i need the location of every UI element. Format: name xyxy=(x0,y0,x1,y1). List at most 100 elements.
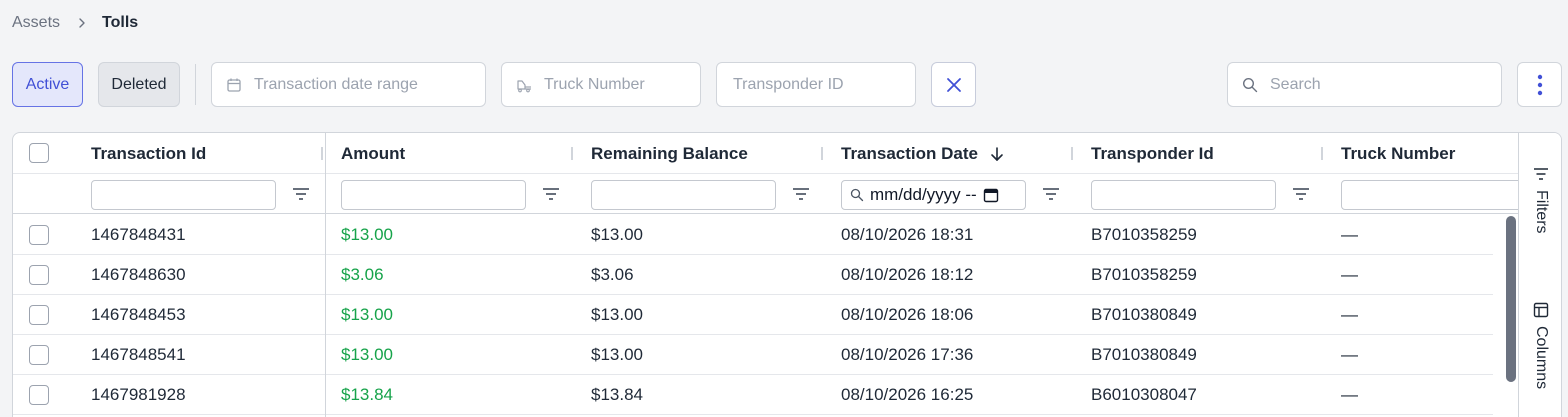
cell-transaction-id: 1467848431 xyxy=(91,225,186,244)
column-resize-handle[interactable] xyxy=(1071,147,1073,160)
active-toggle-button[interactable]: Active xyxy=(12,62,83,107)
filter-lines-icon xyxy=(1534,168,1548,180)
cell-transaction-date: 08/10/2026 16:25 xyxy=(841,385,974,404)
cell-transponder-id: B7010358259 xyxy=(1091,225,1197,244)
header-transponder-id[interactable]: Transponder Id xyxy=(1091,133,1214,174)
select-all-checkbox[interactable] xyxy=(29,143,49,163)
vertical-scrollbar[interactable] xyxy=(1505,214,1517,417)
header-transaction-date-label: Transaction Date xyxy=(841,143,978,163)
table-row[interactable]: 1467848453 $13.00 $13.00 08/10/2026 18:0… xyxy=(13,295,1493,335)
toolbar-divider xyxy=(195,64,196,105)
arrow-down-icon xyxy=(991,146,1003,161)
table-row[interactable]: 1467981928 $13.84 $13.84 08/10/2026 16:2… xyxy=(13,375,1493,415)
cell-transaction-date: 08/10/2026 18:12 xyxy=(841,265,974,284)
filter-icon[interactable] xyxy=(1292,186,1310,202)
transponder-id-placeholder: Transponder ID xyxy=(733,75,844,93)
cell-amount: $13.84 xyxy=(341,385,393,404)
cell-transaction-id: 1467848453 xyxy=(91,305,186,324)
cell-amount: $3.06 xyxy=(341,265,384,284)
column-resize-handle[interactable] xyxy=(821,147,823,160)
header-transaction-id[interactable]: Transaction Id xyxy=(91,133,206,174)
scrollbar-thumb[interactable] xyxy=(1506,216,1516,382)
calendar-icon xyxy=(227,78,241,92)
row-checkbox[interactable] xyxy=(29,265,49,285)
cell-transaction-date: 08/10/2026 18:06 xyxy=(841,305,974,324)
truck-icon xyxy=(517,79,531,92)
search-icon xyxy=(1242,77,1258,92)
column-resize-handle[interactable] xyxy=(571,147,573,160)
cell-transponder-id: B7010380849 xyxy=(1091,305,1197,324)
search-icon xyxy=(850,188,864,202)
table-row[interactable]: 1467848541 $13.00 $13.00 08/10/2026 17:3… xyxy=(13,335,1493,375)
search-input[interactable]: Search xyxy=(1227,62,1502,107)
header-truck-number[interactable]: Truck Number xyxy=(1341,133,1455,174)
date-filter-value: mm/dd/yyyy -- xyxy=(870,185,977,204)
cell-transaction-id: 1467981928 xyxy=(91,385,186,404)
more-vertical-icon xyxy=(1537,74,1542,95)
grid-body: Transaction Id Amount Remaining Balance … xyxy=(13,133,1518,417)
date-range-placeholder: Transaction date range xyxy=(254,75,418,93)
filter-icon[interactable] xyxy=(1042,186,1060,202)
row-checkbox[interactable] xyxy=(29,305,49,325)
search-placeholder: Search xyxy=(1270,75,1321,93)
calendar-icon[interactable] xyxy=(983,187,999,203)
grid-header-row: Transaction Id Amount Remaining Balance … xyxy=(13,133,1518,174)
tolls-grid: Transaction Id Amount Remaining Balance … xyxy=(12,132,1562,417)
cell-remaining-balance: $13.84 xyxy=(591,385,643,404)
cell-transaction-id: 1467848541 xyxy=(91,345,186,364)
cell-truck-number: — xyxy=(1341,265,1358,284)
grid-filter-row: mm/dd/yyyy -- xyxy=(13,174,1518,214)
remaining-balance-filter-input[interactable] xyxy=(591,180,776,210)
columns-tab-label: Columns xyxy=(1533,326,1550,390)
cell-truck-number: — xyxy=(1341,345,1358,364)
breadcrumb-current: Tolls xyxy=(102,14,139,31)
cell-remaining-balance: $13.00 xyxy=(591,345,643,364)
deleted-toggle-button[interactable]: Deleted xyxy=(98,62,180,107)
cell-truck-number: — xyxy=(1341,305,1358,324)
column-resize-handle[interactable] xyxy=(1321,147,1323,160)
cell-transaction-date: 08/10/2026 18:31 xyxy=(841,225,974,244)
toolbar: Active Deleted Transaction date range Tr… xyxy=(0,62,1568,107)
filter-icon[interactable] xyxy=(792,186,810,202)
transaction-date-filter-input[interactable]: mm/dd/yyyy -- xyxy=(841,180,1026,210)
cell-transponder-id: B7010358259 xyxy=(1091,265,1197,284)
tolls-page: Assets Tolls Active Deleted Transaction … xyxy=(0,0,1568,417)
cell-transponder-id: B6010308047 xyxy=(1091,385,1197,404)
columns-tab[interactable]: Columns xyxy=(1519,302,1561,390)
cell-amount: $13.00 xyxy=(341,345,393,364)
transponder-id-input[interactable]: Transponder ID xyxy=(716,62,916,107)
filters-tab[interactable]: Filters xyxy=(1519,166,1561,234)
cell-remaining-balance: $13.00 xyxy=(591,305,643,324)
header-transaction-date[interactable]: Transaction Date xyxy=(841,133,1004,174)
transponder-id-filter-input[interactable] xyxy=(1091,180,1276,210)
table-row[interactable]: 1467848431 $13.00 $13.00 08/10/2026 18:3… xyxy=(13,215,1493,255)
truck-number-filter-input[interactable] xyxy=(1341,180,1518,210)
truck-number-input[interactable]: Truck Number xyxy=(501,62,701,107)
grid-rows: 1467848431 $13.00 $13.00 08/10/2026 18:3… xyxy=(13,215,1493,415)
cell-truck-number: — xyxy=(1341,385,1358,404)
row-checkbox[interactable] xyxy=(29,345,49,365)
truck-number-placeholder: Truck Number xyxy=(544,75,645,93)
date-range-input[interactable]: Transaction date range xyxy=(211,62,486,107)
transaction-id-filter-input[interactable] xyxy=(91,180,276,210)
close-icon xyxy=(946,77,961,92)
filter-icon[interactable] xyxy=(292,186,310,202)
more-options-button[interactable] xyxy=(1517,62,1562,107)
header-amount[interactable]: Amount xyxy=(341,133,405,174)
side-tool-panel: Filters Columns xyxy=(1518,133,1561,417)
cell-remaining-balance: $13.00 xyxy=(591,225,643,244)
breadcrumb: Assets Tolls xyxy=(12,14,138,32)
cell-transponder-id: B7010380849 xyxy=(1091,345,1197,364)
filters-tab-label: Filters xyxy=(1533,190,1550,234)
filter-icon[interactable] xyxy=(542,186,560,202)
cell-transaction-date: 08/10/2026 17:36 xyxy=(841,345,974,364)
breadcrumb-assets-link[interactable]: Assets xyxy=(12,14,60,32)
column-resize-handle[interactable] xyxy=(321,147,323,160)
header-remaining-balance[interactable]: Remaining Balance xyxy=(591,133,748,174)
row-checkbox[interactable] xyxy=(29,385,49,405)
table-row[interactable]: 1467848630 $3.06 $3.06 08/10/2026 18:12 … xyxy=(13,255,1493,295)
cell-truck-number: — xyxy=(1341,225,1358,244)
amount-filter-input[interactable] xyxy=(341,180,526,210)
clear-filters-button[interactable] xyxy=(931,62,976,107)
row-checkbox[interactable] xyxy=(29,225,49,245)
